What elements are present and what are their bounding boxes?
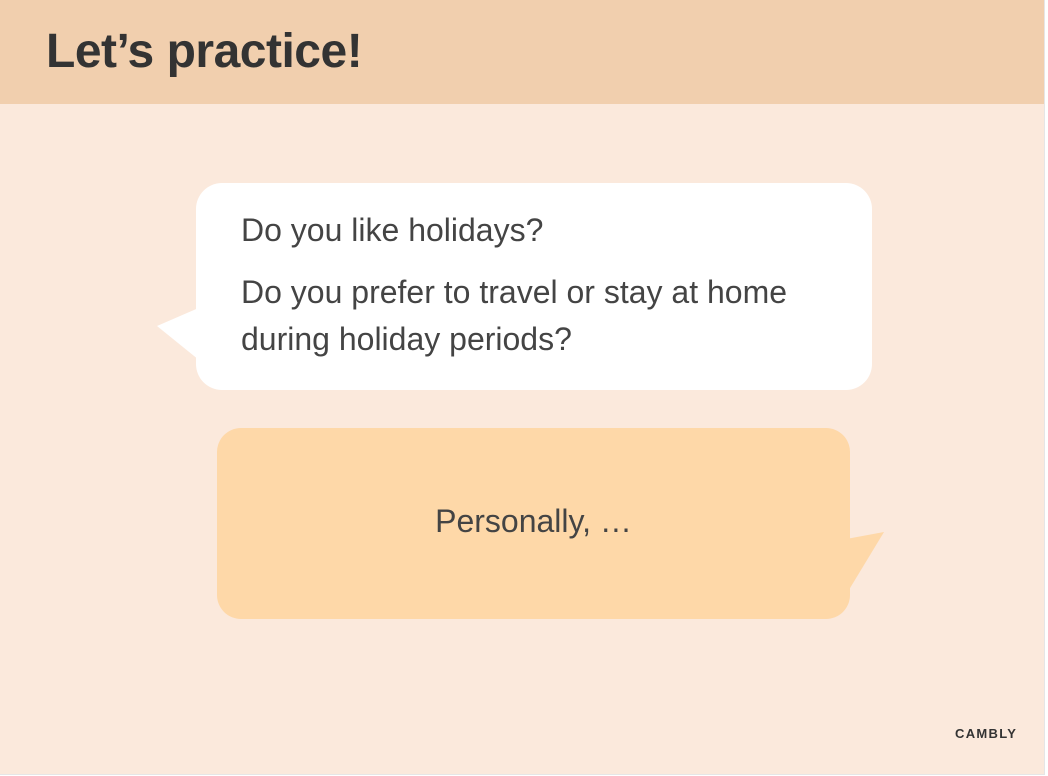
practice-slide: Let’s practice! Do you like holidays? Do… xyxy=(0,0,1045,775)
answer-speech-bubble: Personally, … xyxy=(217,428,850,619)
page-title: Let’s practice! xyxy=(46,25,363,78)
question-line-1: Do you like holidays? xyxy=(241,212,544,248)
answer-prompt-text: Personally, … xyxy=(435,503,632,539)
cambly-logo: CAMBLY xyxy=(955,726,1018,741)
question-speech-bubble: Do you like holidays? Do you prefer to t… xyxy=(196,183,872,390)
header-bar: Let’s practice! xyxy=(0,0,1044,104)
question-line-2: Do you prefer to travel or stay at home … xyxy=(241,274,788,357)
